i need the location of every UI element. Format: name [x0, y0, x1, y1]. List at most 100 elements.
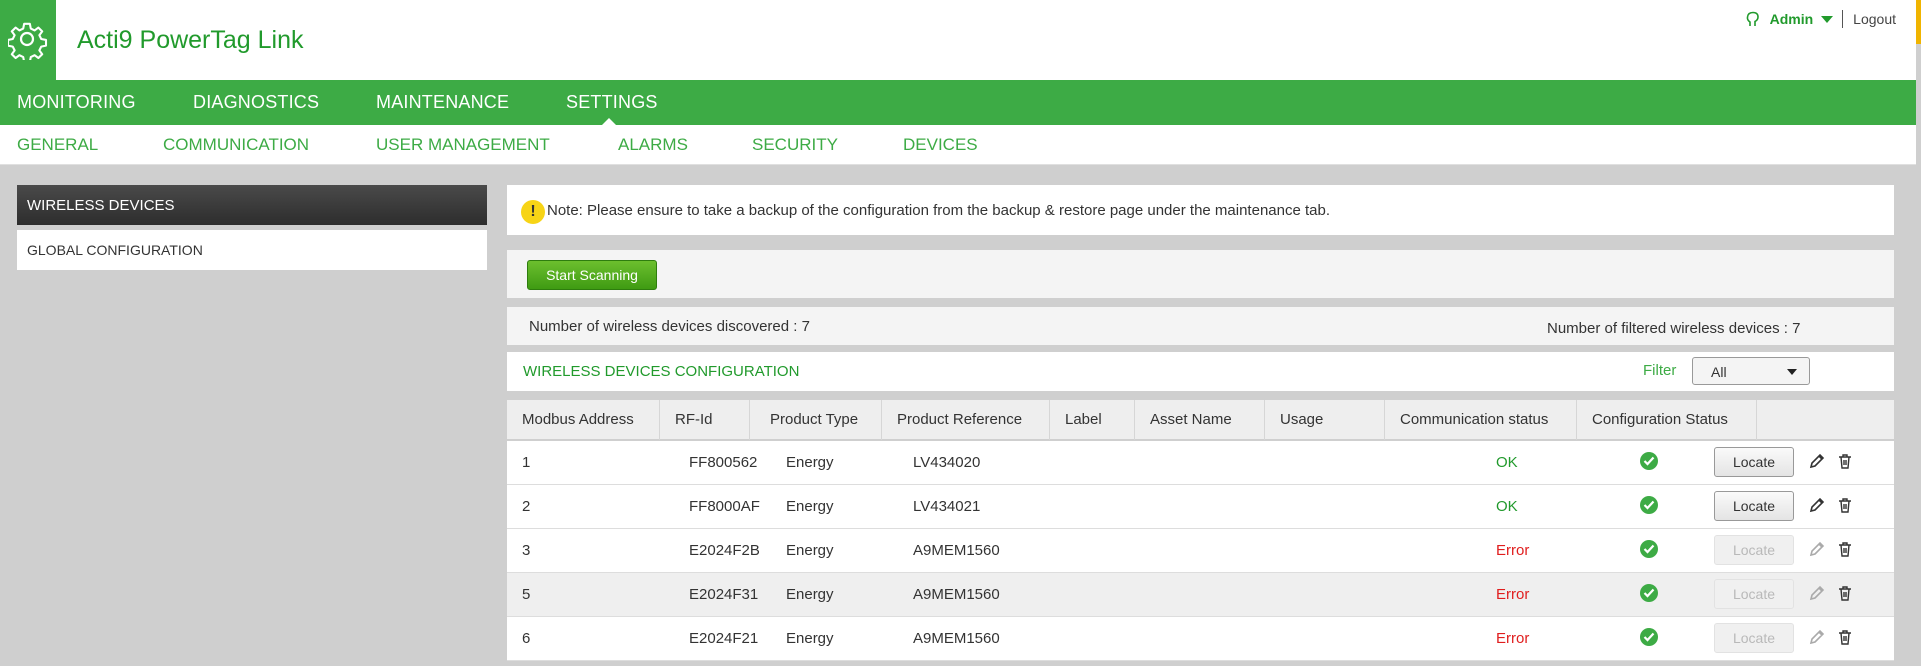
trash-icon[interactable] [1837, 497, 1853, 517]
main-nav: MONITORING DIAGNOSTICS MAINTENANCE SETTI… [0, 80, 1916, 125]
devices-table-body: 1 FF800562 Energy LV434020 OK Locate 2 F… [507, 441, 1894, 661]
start-scanning-button[interactable]: Start Scanning [527, 260, 657, 290]
app-title: Acti9 PowerTag Link [77, 26, 304, 54]
config-header: WIRELESS DEVICES CONFIGURATION Filter Al… [507, 352, 1894, 391]
devices-table-header: Modbus Address RF-Id Product Type Produc… [507, 400, 1894, 440]
column-header-asset-name[interactable]: Asset Name [1135, 400, 1265, 440]
cell-modbus-address: 2 [522, 498, 531, 515]
check-icon [1640, 452, 1658, 470]
table-row: 3 E2024F2B Energy A9MEM1560 Error Locate [507, 529, 1894, 573]
config-title: WIRELESS DEVICES CONFIGURATION [523, 363, 800, 380]
filter-select[interactable]: All [1692, 357, 1810, 385]
nav-monitoring[interactable]: MONITORING [17, 92, 136, 113]
check-icon [1640, 584, 1658, 602]
chevron-down-icon[interactable] [1821, 15, 1834, 23]
column-header-label[interactable]: Label [1050, 400, 1135, 440]
table-row: 2 FF8000AF Energy LV434021 OK Locate [507, 485, 1894, 529]
nav-diagnostics[interactable]: DIAGNOSTICS [193, 92, 319, 113]
cell-product-type: Energy [786, 498, 834, 515]
scan-toolbar: Start Scanning [507, 250, 1894, 298]
user-name[interactable]: Admin [1770, 11, 1814, 27]
check-icon [1640, 496, 1658, 514]
sidebar-item-wireless-devices[interactable]: WIRELESS DEVICES [17, 185, 487, 225]
table-row: 1 FF800562 Energy LV434020 OK Locate [507, 441, 1894, 485]
backup-note: ! Note: Please ensure to take a backup o… [507, 185, 1894, 235]
trash-icon[interactable] [1837, 453, 1853, 473]
filter-value: All [1711, 364, 1727, 380]
cell-communication-status: Error [1496, 586, 1530, 603]
trash-icon[interactable] [1837, 541, 1853, 561]
tab-general[interactable]: GENERAL [17, 135, 98, 155]
cell-communication-status: OK [1496, 454, 1518, 471]
pencil-icon[interactable] [1809, 497, 1825, 517]
table-row: 6 E2024F21 Energy A9MEM1560 Error Locate [507, 617, 1894, 661]
tab-devices[interactable]: DEVICES [903, 135, 978, 155]
filtered-count: Number of filtered wireless devices : 7 [1547, 320, 1801, 337]
gear-icon [8, 22, 48, 60]
column-header-configuration-status[interactable]: Configuration Status [1577, 400, 1757, 440]
pencil-icon [1809, 585, 1825, 605]
discovered-count: Number of wireless devices discovered : … [529, 318, 810, 335]
filter-label: Filter [1643, 362, 1677, 379]
column-header-product-reference[interactable]: Product Reference [882, 400, 1050, 440]
cell-product-reference: LV434021 [913, 498, 981, 515]
nav-settings[interactable]: SETTINGS [566, 92, 658, 113]
cell-communication-status: Error [1496, 630, 1530, 647]
divider [1842, 10, 1844, 28]
locate-button: Locate [1714, 623, 1794, 653]
cell-modbus-address: 5 [522, 586, 531, 603]
sidebar: WIRELESS DEVICES GLOBAL CONFIGURATION [17, 185, 487, 270]
logout-link[interactable]: Logout [1853, 11, 1896, 27]
user-menu: Admin Logout [1746, 10, 1896, 28]
cell-modbus-address: 1 [522, 454, 531, 471]
sub-nav: GENERAL COMMUNICATION USER MANAGEMENT AL… [0, 125, 1916, 165]
cell-product-reference: LV434020 [913, 454, 981, 471]
tab-user-management[interactable]: USER MANAGEMENT [376, 135, 550, 155]
edge-accent [1916, 0, 1921, 44]
cell-rf-id: E2024F2B [689, 542, 760, 559]
locate-button[interactable]: Locate [1714, 491, 1794, 521]
cell-modbus-address: 6 [522, 630, 531, 647]
note-text: Note: Please ensure to take a backup of … [547, 202, 1330, 219]
cell-communication-status: Error [1496, 542, 1530, 559]
tab-alarms[interactable]: ALARMS [618, 135, 688, 155]
trash-icon[interactable] [1837, 629, 1853, 649]
cell-rf-id: FF800562 [689, 454, 758, 471]
cell-product-reference: A9MEM1560 [913, 630, 1000, 647]
sidebar-item-global-configuration[interactable]: GLOBAL CONFIGURATION [17, 230, 487, 270]
locate-button[interactable]: Locate [1714, 447, 1794, 477]
cell-product-type: Energy [786, 454, 834, 471]
trash-icon[interactable] [1837, 585, 1853, 605]
cell-communication-status: OK [1496, 498, 1518, 515]
chevron-down-icon [1787, 369, 1797, 375]
pencil-icon [1809, 541, 1825, 561]
column-header-rf-id[interactable]: RF-Id [660, 400, 750, 440]
column-header-product-type[interactable]: Product Type [750, 400, 882, 440]
tab-security[interactable]: SECURITY [752, 135, 838, 155]
cell-product-type: Energy [786, 586, 834, 603]
pencil-icon[interactable] [1809, 453, 1825, 473]
cell-rf-id: FF8000AF [689, 498, 760, 515]
logo [0, 0, 56, 80]
column-header-usage[interactable]: Usage [1265, 400, 1385, 440]
table-row: 5 E2024F31 Energy A9MEM1560 Error Locate [507, 573, 1894, 617]
cell-product-reference: A9MEM1560 [913, 542, 1000, 559]
tab-communication[interactable]: COMMUNICATION [163, 135, 309, 155]
check-icon [1640, 540, 1658, 558]
cell-product-type: Energy [786, 630, 834, 647]
user-icon [1746, 11, 1760, 27]
active-nav-pointer [602, 118, 616, 125]
cell-modbus-address: 3 [522, 542, 531, 559]
locate-button: Locate [1714, 535, 1794, 565]
cell-rf-id: E2024F21 [689, 630, 759, 647]
column-header-modbus-address[interactable]: Modbus Address [507, 400, 660, 440]
cell-product-reference: A9MEM1560 [913, 586, 1000, 603]
column-header-communication-status[interactable]: Communication status [1385, 400, 1577, 440]
nav-maintenance[interactable]: MAINTENANCE [376, 92, 509, 113]
pencil-icon [1809, 629, 1825, 649]
check-icon [1640, 628, 1658, 646]
locate-button: Locate [1714, 579, 1794, 609]
device-counts: Number of wireless devices discovered : … [507, 307, 1894, 345]
warning-icon: ! [521, 200, 545, 224]
cell-rf-id: E2024F31 [689, 586, 759, 603]
